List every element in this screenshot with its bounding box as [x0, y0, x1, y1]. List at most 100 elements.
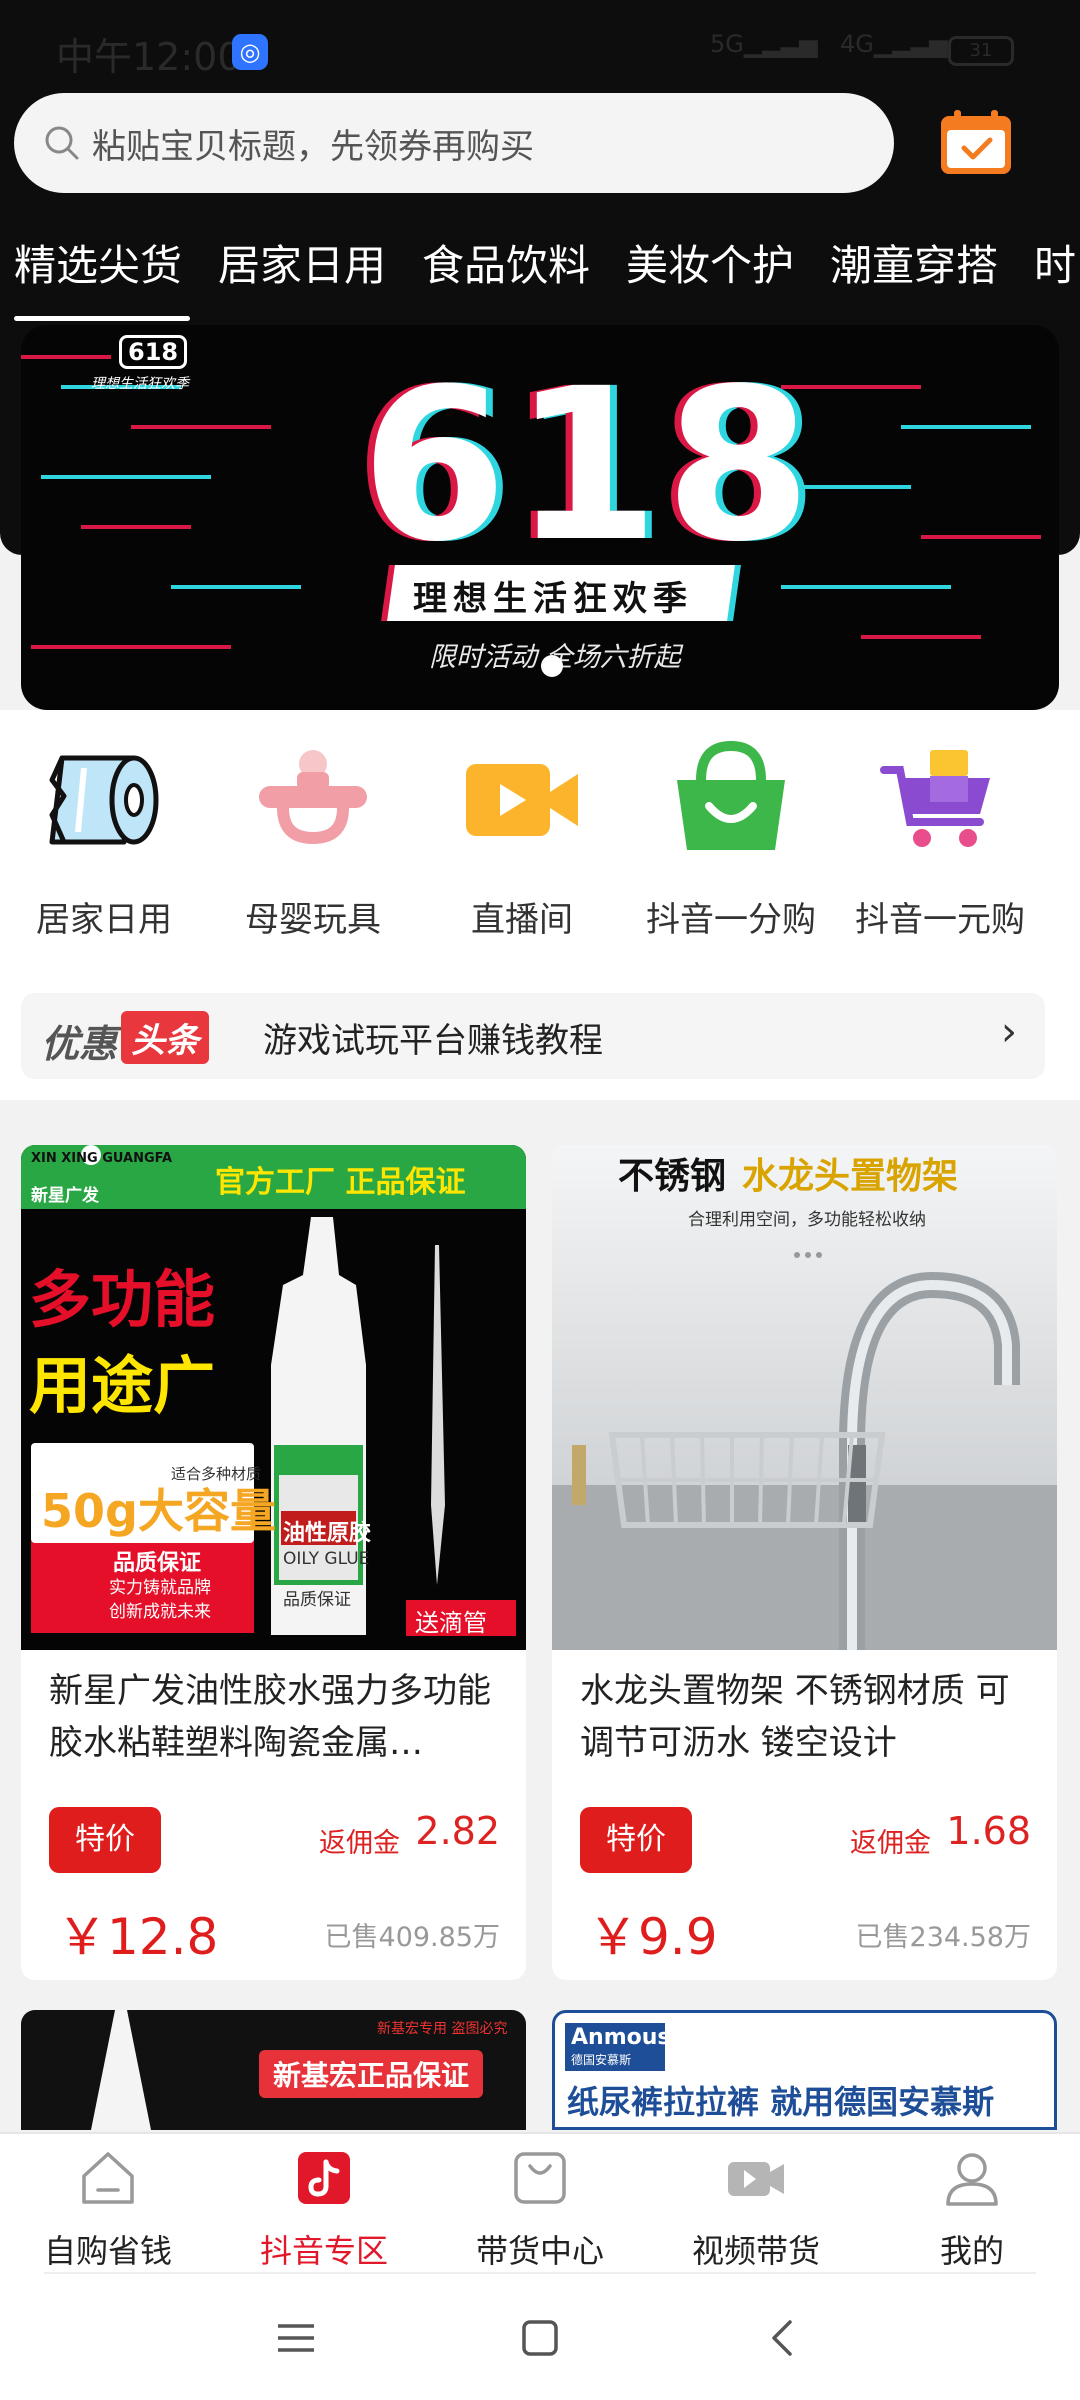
image-top-note: 新基宏专用 盗图必究 [377, 2021, 508, 2037]
battery-indicator: 31 [948, 36, 1014, 66]
image-brand-en: XIN XING GUANGFA [31, 1151, 173, 1166]
category-label: 抖音一分购 [646, 900, 816, 940]
product-card[interactable]: XIN XING GUANGFA 新星广发 官方工厂 正品保证 多功能 用途广 … [21, 1145, 526, 1980]
chevron-right-icon: › [1001, 1009, 1017, 1055]
image-bottle-foot: 品质保证 [283, 1590, 351, 1610]
image-banner: 官方工厂 正品保证 [215, 1165, 466, 1200]
nav-label: 带货中心 [475, 2232, 604, 2270]
rebate-value: 2.82 [415, 1809, 500, 1853]
nav-label: 我的 [939, 2232, 1004, 2270]
tab-chaotong[interactable]: 潮童穿搭 [830, 232, 998, 293]
promo-banner[interactable]: 618 理想生活狂欢季 618 理想生活狂欢季 限时活动 全场六折起 [21, 325, 1059, 710]
menu-icon[interactable] [274, 2316, 318, 2360]
tab-jujia[interactable]: 居家日用 [218, 232, 386, 293]
glitch-streak [81, 525, 191, 529]
tab-more[interactable]: 时 [1034, 232, 1076, 293]
image-quality-sub2: 创新成就未来 [109, 1602, 211, 1622]
network-4g-indicator: 4G▁▂▃▅ [840, 30, 948, 58]
product-title: 水龙头置物架 不锈钢材质 可调节可沥水 镂空设计 [580, 1671, 1010, 1763]
shopping-bag-icon [514, 2152, 566, 2204]
special-price-badge: 特价 [49, 1807, 161, 1873]
image-subline: 合理利用空间，多功能轻松收纳 [688, 1210, 926, 1230]
banner-headline: 618 [361, 343, 818, 588]
calendar-check-icon[interactable] [938, 108, 1014, 178]
category-muying[interactable]: 母婴玩具 [213, 740, 413, 941]
category-label: 母婴玩具 [245, 900, 381, 940]
glitch-streak [41, 475, 211, 479]
divider [44, 2272, 1036, 2274]
sold-count: 已售234.58万 [855, 1922, 1031, 1953]
category-yiyuangou[interactable]: 抖音一元购 [840, 740, 1040, 941]
category-tabs: 精选尖货 居家日用 食品饮料 美妆个护 潮童穿搭 时 [0, 232, 1080, 322]
category-label: 居家日用 [36, 900, 172, 940]
banner-618-logo: 618 理想生活狂欢季 [55, 325, 195, 395]
nav-video-sales[interactable]: 视频带货 [648, 2134, 864, 2272]
nav-douyin-zone[interactable]: 抖音专区 [216, 2134, 432, 2272]
product-price: ￥9.9 [588, 1908, 718, 1966]
tab-jingxuan[interactable]: 精选尖货 [14, 232, 182, 293]
category-zhibo[interactable]: 直播间 [422, 740, 622, 941]
shopping-bag-icon [677, 740, 785, 850]
video-icon [728, 2162, 784, 2196]
category-grid: 居家日用 母婴玩具 直播间 抖音一分购 抖音一元购 [0, 740, 1080, 940]
nav-profile[interactable]: 我的 [864, 2134, 1080, 2272]
image-line1: 多功能 [29, 1263, 216, 1336]
brand-name: Anmous [571, 2025, 671, 2050]
pacifier-icon [259, 750, 367, 845]
toilet-paper-icon [49, 755, 159, 845]
tab-meizhuang[interactable]: 美妆个护 [626, 232, 794, 293]
back-icon[interactable] [762, 2316, 806, 2360]
glitch-streak [131, 425, 271, 429]
rebate-value: 1.68 [946, 1809, 1031, 1853]
status-time: 中午12:00 [56, 35, 242, 79]
banner-ribbon-text: 理想生活狂欢季 [413, 579, 693, 619]
glitch-streak [31, 645, 231, 649]
nav-label: 视频带货 [691, 2232, 820, 2270]
product-card-partial[interactable]: Anmous 德国安慕斯 纸尿裤拉拉裤 就用德国安慕斯 [552, 2010, 1057, 2130]
image-line2: 用途广 [29, 1349, 216, 1422]
category-yifengou[interactable]: 抖音一分购 [631, 740, 831, 941]
nav-sales-center[interactable]: 带货中心 [432, 2134, 648, 2272]
news-ticker[interactable]: 优惠 头条 游戏试玩平台赚钱教程 › [21, 993, 1045, 1079]
special-price-badge: 特价 [580, 1807, 692, 1873]
tab-shipin[interactable]: 食品饮料 [422, 232, 590, 293]
search-bar[interactable]: 粘贴宝贝标题，先领券再购买 [14, 93, 894, 193]
search-placeholder: 粘贴宝贝标题，先领券再购买 [92, 127, 534, 167]
vpn-shield-icon: ◎ [232, 34, 268, 70]
news-text: 游戏试玩平台赚钱教程 [263, 1021, 603, 1061]
product-image-partial [91, 2010, 151, 2130]
glitch-streak [171, 585, 301, 589]
shopping-cart-icon [880, 750, 990, 847]
image-capacity: 50g大容量 [41, 1484, 276, 1538]
tiktok-icon [298, 2152, 350, 2204]
news-brand-left: 优惠 [41, 1022, 118, 1066]
product-card-partial[interactable]: 新基宏专用 盗图必究 新基宏正品保证 [21, 2010, 526, 2130]
image-bottle-en: OILY GLUE [283, 1549, 370, 1569]
glitch-streak [901, 425, 1031, 429]
network-5g-indicator: 5G▁▂▃▅ [710, 30, 818, 58]
category-jujia[interactable]: 居家日用 [4, 740, 204, 941]
nav-self-buy[interactable]: 自购省钱 [0, 2134, 216, 2272]
status-bar: 中午12:00 ◎ 5G▁▂▃▅ 4G▁▂▃▅ 31 [0, 0, 1080, 90]
image-gift: 送滴管 [415, 1609, 487, 1637]
bottom-nav: 自购省钱 抖音专区 带货中心 视频带货 我的 [0, 2132, 1080, 2272]
news-brand-right: 头条 [121, 1011, 209, 1064]
carousel-indicator-dot[interactable] [541, 655, 563, 677]
product-price: ￥12.8 [57, 1908, 219, 1966]
active-tab-indicator [14, 316, 190, 321]
image-headline-b: 水龙头置物架 [742, 1156, 959, 1197]
brand-sub: 德国安慕斯 [571, 2053, 632, 2067]
image-banner: 新基宏正品保证 [259, 2050, 484, 2098]
glitch-streak [801, 485, 911, 489]
home-icon [82, 2152, 134, 2204]
home-square-icon[interactable] [518, 2316, 562, 2360]
search-icon [45, 126, 79, 160]
rebate-label: 返佣金 [319, 1828, 400, 1859]
image-bottle-label: 油性原胶 [283, 1521, 372, 1546]
sold-count: 已售409.85万 [324, 1922, 500, 1953]
category-label: 抖音一元购 [855, 900, 1025, 940]
image-headline-a: 不锈钢 [618, 1156, 727, 1197]
glitch-streak [921, 535, 1041, 539]
product-card[interactable]: 不锈钢 水龙头置物架 合理利用空间，多功能轻松收纳 水龙头置物架 不锈钢材质 可… [552, 1145, 1057, 1980]
image-quality-sub1: 实力铸就品牌 [109, 1578, 211, 1598]
